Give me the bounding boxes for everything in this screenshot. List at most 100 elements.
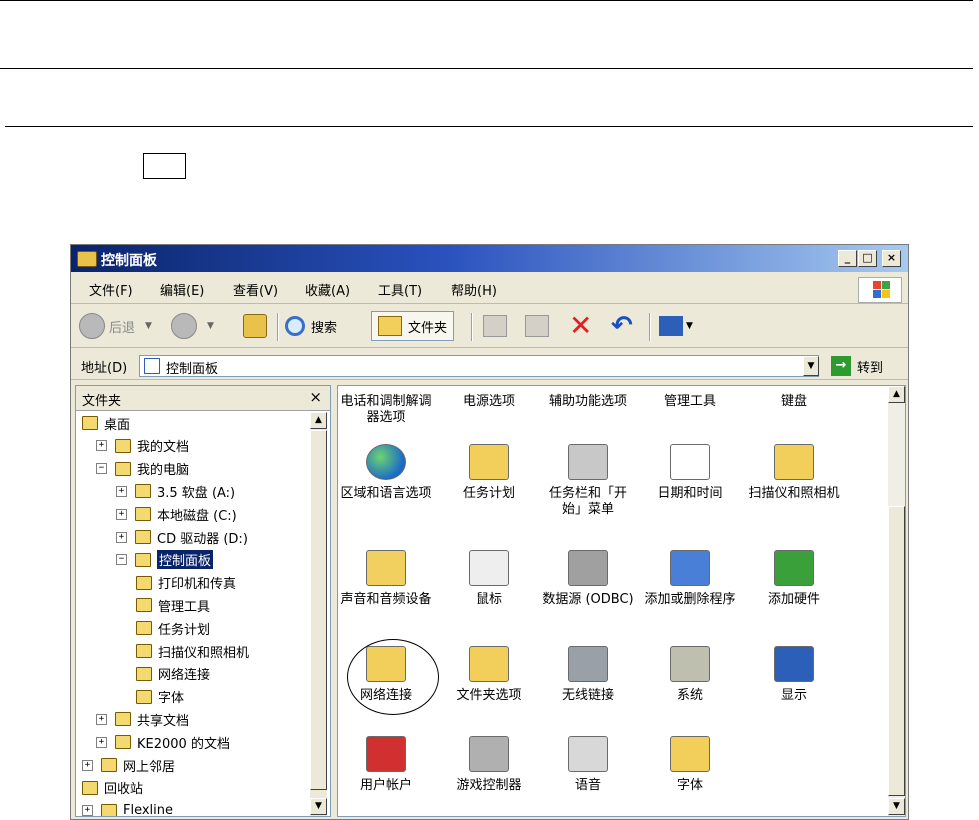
scroll-thumb[interactable]: [310, 430, 327, 790]
control-panel-item-label: 显示: [780, 688, 807, 703]
control-panel-item[interactable]: 无线链接: [540, 646, 636, 704]
control-panel-item[interactable]: 电话和调制解调器选项: [338, 394, 434, 426]
tree-node-label: 字体: [158, 691, 185, 707]
expand-icon[interactable]: +: [96, 736, 107, 748]
control-panel-item[interactable]: 区域和语言选项: [338, 444, 434, 502]
control-panel-window: 控制面板 _ □ × 文件(F) 编辑(E) 查看(V) 收藏(A) 工具(T)…: [70, 244, 909, 820]
users-icon: [366, 736, 406, 772]
menu-favorites[interactable]: 收藏(A): [305, 280, 350, 299]
content-scroll-down-button[interactable]: ▼: [888, 798, 905, 815]
search-button[interactable]: 搜索: [285, 311, 337, 341]
collapse-icon[interactable]: −: [96, 463, 107, 475]
address-input[interactable]: 控制面板: [139, 355, 819, 377]
folder-icon: [115, 461, 131, 476]
control-panel-item[interactable]: 扫描仪和照相机: [746, 444, 842, 502]
control-panel-item[interactable]: 添加硬件: [746, 550, 842, 608]
forward-arrow-icon: [171, 313, 197, 339]
control-panel-item[interactable]: 管理工具: [642, 394, 738, 410]
folders-pane-header: 文件夹 ×: [76, 386, 330, 411]
content-scroll-up-button[interactable]: ▲: [888, 386, 905, 403]
tree-node[interactable]: + 网上邻居: [82, 754, 175, 776]
folders-button[interactable]: 文件夹: [371, 311, 455, 341]
control-panel-item[interactable]: 辅助功能选项: [540, 394, 636, 410]
views-button[interactable]: ▼: [659, 311, 693, 341]
expand-icon[interactable]: +: [96, 713, 107, 725]
control-panel-item[interactable]: 显示: [746, 646, 842, 704]
tree-node[interactable]: 桌面: [82, 412, 130, 434]
tree-node[interactable]: + 我的文档: [96, 435, 189, 457]
tree-node[interactable]: + Flexline: [82, 800, 174, 817]
tree-node[interactable]: − 控制面板: [116, 549, 214, 571]
folders-pane-scrollbar[interactable]: ▲ ▼: [310, 412, 327, 816]
menu-tools[interactable]: 工具(T): [378, 280, 422, 299]
control-panel-item[interactable]: 用户帐户: [338, 736, 434, 794]
tree-node[interactable]: 扫描仪和照相机: [136, 640, 249, 662]
tree-node-label: 扫描仪和照相机: [158, 645, 250, 661]
task-folder-icon: [469, 444, 509, 480]
tree-node[interactable]: 打印机和传真: [136, 572, 236, 594]
menu-file[interactable]: 文件(F): [89, 280, 133, 299]
tree-node[interactable]: 网络连接: [136, 663, 210, 685]
control-panel-item[interactable]: 声音和音频设备: [338, 550, 434, 608]
maximize-button[interactable]: □: [858, 250, 877, 267]
tree-node-label: Flexline: [123, 803, 174, 817]
forward-button[interactable]: ▼: [171, 311, 214, 341]
content-scroll-thumb[interactable]: [888, 506, 905, 796]
tree-node[interactable]: 任务计划: [136, 617, 210, 639]
tree-node[interactable]: + KE2000 的文档: [96, 731, 230, 753]
expand-icon[interactable]: +: [82, 759, 93, 771]
undo-button[interactable]: ↶: [611, 311, 633, 341]
views-dropdown-icon: ▼: [686, 321, 693, 331]
tree-node[interactable]: 字体: [136, 686, 184, 708]
tree-node-label: CD 驱动器 (D:): [157, 531, 248, 547]
tree-node[interactable]: − 我的电脑: [96, 458, 189, 480]
control-panel-item[interactable]: 添加或删除程序: [642, 550, 738, 608]
menu-help[interactable]: 帮助(H): [451, 280, 497, 299]
control-panel-item[interactable]: 任务计划: [441, 444, 537, 502]
content-pane-scrollbar[interactable]: ▲ ▼: [888, 386, 905, 816]
control-panel-item[interactable]: 任务栏和「开始」菜单: [540, 444, 636, 518]
control-panel-item[interactable]: 语音: [540, 736, 636, 794]
tree-node[interactable]: + CD 驱动器 (D:): [116, 526, 248, 548]
menu-edit[interactable]: 编辑(E): [160, 280, 204, 299]
tree-node[interactable]: 回收站: [82, 777, 143, 799]
control-panel-item[interactable]: 数据源 (ODBC): [540, 550, 636, 608]
address-dropdown-button[interactable]: ▼: [803, 356, 819, 376]
go-button[interactable]: → 转到: [831, 355, 883, 377]
delete-button[interactable]: ✕: [569, 311, 592, 341]
control-panel-item[interactable]: 鼠标: [441, 550, 537, 608]
folders-pane-close-button[interactable]: ×: [309, 388, 322, 406]
control-panel-item-label: 无线链接: [561, 688, 614, 703]
expand-icon[interactable]: +: [116, 485, 127, 497]
tree-node[interactable]: +3.5 软盘 (A:): [116, 480, 235, 502]
control-panel-item[interactable]: 键盘: [746, 394, 842, 410]
tree-node[interactable]: + 本地磁盘 (C:): [116, 503, 237, 525]
close-button[interactable]: ×: [882, 250, 901, 267]
control-panel-item[interactable]: 文件夹选项: [441, 646, 537, 704]
menu-view[interactable]: 查看(V): [233, 280, 278, 299]
display-icon: [774, 646, 814, 682]
expand-icon[interactable]: +: [82, 805, 93, 816]
tree-node-label: 网上邻居: [123, 759, 176, 775]
control-panel-item[interactable]: 字体: [642, 736, 738, 794]
collapse-icon[interactable]: −: [116, 554, 127, 566]
expand-icon[interactable]: +: [116, 508, 127, 520]
expand-icon[interactable]: +: [96, 440, 107, 452]
move-to-button[interactable]: [483, 311, 507, 341]
scroll-down-button[interactable]: ▼: [310, 798, 327, 815]
database-icon: [568, 550, 608, 586]
copy-to-button[interactable]: [525, 311, 549, 341]
control-panel-item[interactable]: 电源选项: [441, 394, 537, 410]
scroll-up-button[interactable]: ▲: [310, 412, 327, 429]
tree-node[interactable]: 管理工具: [136, 594, 210, 616]
expand-icon[interactable]: +: [116, 531, 127, 543]
minimize-button[interactable]: _: [838, 250, 857, 267]
control-panel-item[interactable]: 游戏控制器: [441, 736, 537, 794]
back-button[interactable]: 后退 ▼: [79, 311, 152, 341]
up-folder-button[interactable]: [243, 311, 267, 341]
title-bar[interactable]: 控制面板 _ □ ×: [71, 245, 908, 272]
tree-node[interactable]: + 共享文档: [96, 708, 189, 730]
control-panel-item-label: 键盘: [780, 394, 807, 409]
control-panel-item[interactable]: 日期和时间: [642, 444, 738, 502]
control-panel-item[interactable]: 系统: [642, 646, 738, 704]
